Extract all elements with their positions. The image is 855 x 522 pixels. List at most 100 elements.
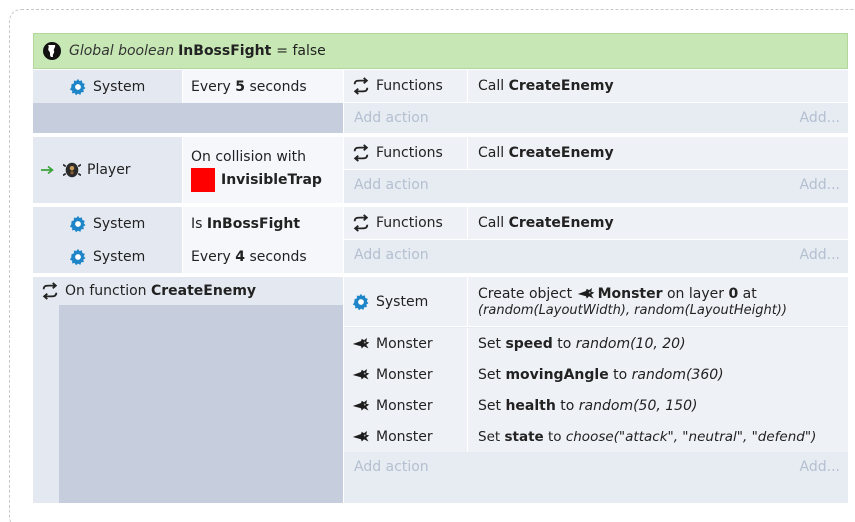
- monster-sprite-icon: [352, 335, 370, 353]
- act-pre: Call: [478, 215, 509, 231]
- cond-line1: On collision with: [191, 148, 307, 165]
- act-bold: speed: [505, 336, 553, 352]
- action-row[interactable]: System Create object Monster on layer 0 …: [344, 277, 848, 327]
- object-name: Functions: [376, 145, 443, 161]
- action-text: Set health to random(50, 150): [468, 390, 848, 422]
- action-object: Monster: [344, 359, 468, 391]
- add-action-row[interactable]: Add action Add...: [344, 452, 848, 482]
- act-mid: to: [608, 367, 632, 383]
- action-text: Call CreateEnemy: [468, 70, 848, 102]
- action-row[interactable]: Monster Set state to choose("attack", "n…: [344, 421, 848, 454]
- action-row[interactable]: Monster Set speed to random(10, 20): [344, 328, 848, 361]
- act-bold: CreateEnemy: [508, 145, 614, 161]
- condition-row[interactable]: Player On collision with InvisibleTrap: [33, 137, 343, 203]
- monster-sprite-icon: [352, 397, 370, 415]
- act-bold: state: [504, 429, 544, 445]
- action-row[interactable]: Monster Set movingAngle to random(360): [344, 359, 848, 392]
- act-mid: on layer: [662, 286, 729, 302]
- condition-text: Every 5 seconds: [183, 70, 343, 103]
- cond-bold: InBossFight: [206, 215, 301, 232]
- object-name: System: [93, 78, 146, 95]
- cond-bold: 4: [235, 248, 245, 265]
- object-name: Monster: [376, 367, 433, 383]
- monster-sprite-icon: [577, 285, 595, 303]
- action-text: Create object Monster on layer 0 at (ran…: [468, 277, 848, 326]
- object-name: Functions: [376, 215, 443, 231]
- add-more-link[interactable]: Add...: [800, 177, 840, 193]
- gear-icon: [69, 248, 87, 266]
- act-bold: movingAngle: [505, 367, 609, 383]
- add-action-row[interactable]: Add action Add...: [344, 170, 848, 200]
- action-object: Monster: [344, 390, 468, 422]
- condition-row[interactable]: System Every 4 seconds: [33, 240, 343, 273]
- event-block-1[interactable]: System Every 5 seconds Functions Call Cr…: [33, 70, 848, 133]
- condition-row[interactable]: System Every 5 seconds: [33, 70, 343, 103]
- act-line2: (random(LayoutWidth), random(LayoutHeigh…: [478, 303, 787, 318]
- function-name: CreateEnemy: [150, 283, 257, 299]
- act-layer: 0: [728, 286, 739, 302]
- add-action-link[interactable]: Add action: [354, 110, 429, 126]
- object-name: Functions: [376, 78, 443, 94]
- act-mid: to: [552, 336, 576, 352]
- object-name: Monster: [376, 429, 433, 445]
- condition-object: System: [33, 207, 183, 240]
- object-name: System: [93, 248, 146, 265]
- add-action-link[interactable]: Add action: [354, 247, 429, 263]
- condition-object: System: [33, 240, 183, 273]
- act-expr: random(50, 150): [578, 398, 698, 414]
- gear-icon: [352, 293, 370, 311]
- act-expr: random(10, 20): [575, 336, 686, 352]
- cond-bold: InvisibleTrap: [221, 171, 322, 188]
- add-action-row[interactable]: Add action Add...: [344, 240, 848, 270]
- condition-text: Is InBossFight: [183, 207, 343, 240]
- act-pre: Create object: [478, 286, 577, 302]
- act-expr: choose("attack", "neutral", "defend"): [565, 429, 817, 445]
- condition-row[interactable]: System Is InBossFight: [33, 207, 343, 240]
- action-text: Set state to choose("attack", "neutral",…: [468, 421, 848, 453]
- act-bold: health: [505, 398, 556, 414]
- global-var-name: InBossFight: [178, 43, 272, 59]
- add-action-link[interactable]: Add action: [354, 177, 429, 193]
- act-post: at: [738, 286, 757, 302]
- action-row[interactable]: Functions Call CreateEnemy: [344, 207, 848, 240]
- act-expr: random(360): [631, 367, 724, 383]
- event-sheet: Global boolean InBossFight = false Syste…: [33, 33, 855, 503]
- condition-object: Player: [33, 137, 183, 203]
- act-bold: CreateEnemy: [508, 215, 614, 231]
- gear-icon: [69, 78, 87, 96]
- act-line1: Create object Monster on layer 0 at: [478, 285, 757, 303]
- act-mid: to: [543, 429, 566, 445]
- act-pre: Set: [478, 336, 506, 352]
- function-body: [59, 305, 343, 503]
- act-pre: Call: [478, 145, 509, 161]
- event-block-3[interactable]: System Is InBossFight System Every 4 sec…: [33, 207, 848, 273]
- act-pre: Call: [478, 78, 509, 94]
- cond-line2: InvisibleTrap: [191, 167, 322, 192]
- add-more-link[interactable]: Add...: [800, 247, 840, 263]
- condition-text: On collision with InvisibleTrap: [183, 137, 343, 203]
- global-variable-row[interactable]: Global boolean InBossFight = false: [33, 33, 848, 69]
- condition-object: System: [33, 70, 183, 103]
- function-block[interactable]: On function CreateEnemy System Create ob…: [33, 277, 848, 503]
- action-row[interactable]: Functions Call CreateEnemy: [344, 70, 848, 103]
- add-action-row[interactable]: Add action Add...: [344, 103, 848, 133]
- object-name: System: [93, 215, 146, 232]
- function-arrows-icon: [41, 282, 59, 300]
- add-action-link[interactable]: Add action: [354, 459, 429, 475]
- gear-icon: [69, 215, 87, 233]
- function-arrows-icon: [352, 144, 370, 162]
- add-more-link[interactable]: Add...: [800, 459, 840, 475]
- condition-text: Every 4 seconds: [183, 240, 343, 273]
- action-row[interactable]: Monster Set health to random(50, 150): [344, 390, 848, 423]
- act-obj-name: Monster: [597, 286, 663, 302]
- action-text: Call CreateEnemy: [468, 137, 848, 169]
- add-more-link[interactable]: Add...: [800, 110, 840, 126]
- event-block-2[interactable]: Player On collision with InvisibleTrap F…: [33, 137, 848, 203]
- function-header[interactable]: On function CreateEnemy: [33, 277, 343, 305]
- action-row[interactable]: Functions Call CreateEnemy: [344, 137, 848, 170]
- cond-pre: Is: [191, 215, 207, 232]
- player-sprite-icon: [63, 161, 81, 179]
- cond-pre: Every: [191, 78, 236, 95]
- action-object: Functions: [344, 70, 468, 102]
- act-bold: CreateEnemy: [508, 78, 614, 94]
